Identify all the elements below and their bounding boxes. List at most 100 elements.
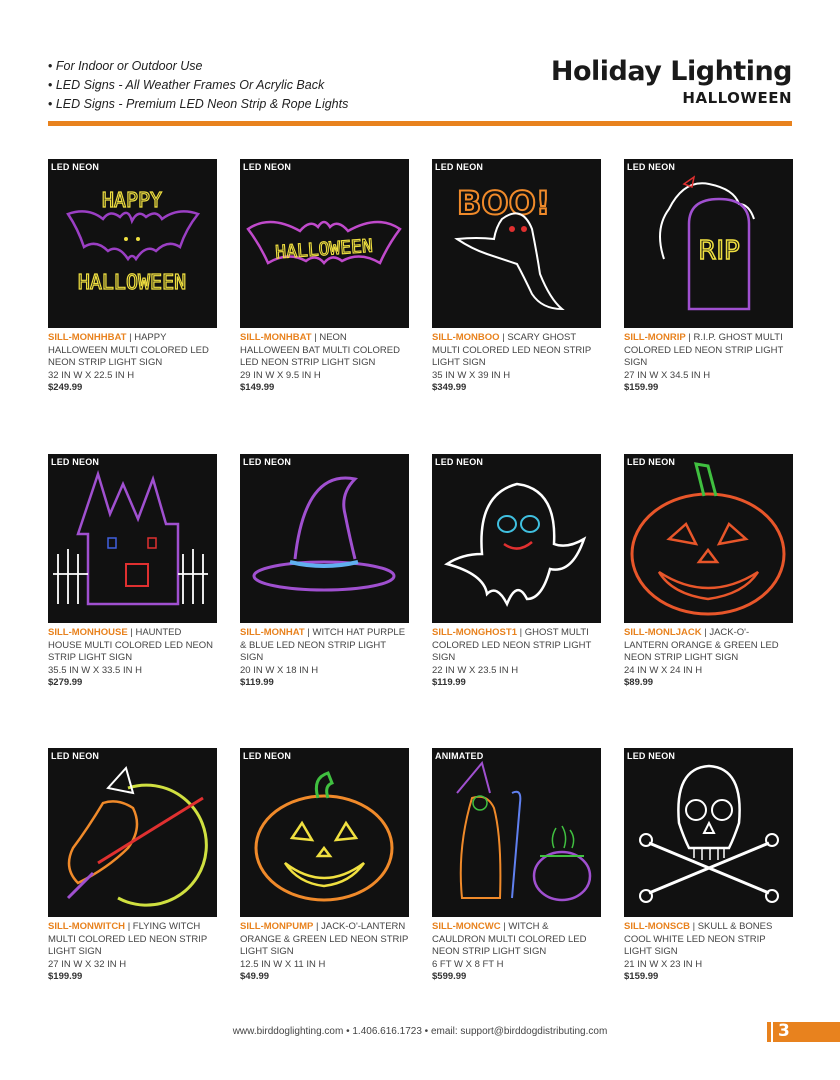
product-description: SILL-MONRIP | R.I.P. GHOST MULTI COLORED…	[624, 332, 793, 395]
product-sku[interactable]: SILL-MONRIP	[624, 332, 686, 343]
svg-text:HALLOWEEN: HALLOWEEN	[275, 236, 374, 264]
witch-cauldron-icon	[456, 760, 592, 902]
product-size: 22 IN W X 23.5 IN H	[432, 664, 519, 676]
product-sku[interactable]: SILL-MONPUMP	[240, 921, 313, 932]
product-tag: LED NEON	[435, 457, 484, 467]
product-price: $599.99	[432, 971, 467, 983]
product-image[interactable]: LED NEON RIP	[624, 159, 793, 328]
product-image[interactable]: LED NEON	[48, 454, 217, 623]
happy-halloween-bat-icon: HAPPY HALLOWEEN	[66, 187, 201, 295]
product-price: $149.99	[240, 382, 275, 394]
bullet-item: LED Signs - Premium LED Neon Strip & Rop…	[48, 95, 349, 114]
page-title-block: Holiday Lighting HALLOWEEN	[550, 56, 793, 107]
product-size: 12.5 IN W X 11 IN H	[240, 958, 326, 970]
product-size: 35 IN W X 39 IN H	[432, 369, 511, 381]
product-description: SILL-MONCWC | WITCH & CAULDRON MULTI COL…	[432, 921, 601, 984]
product-tag: LED NEON	[51, 457, 100, 467]
product-card[interactable]: LED NEON SILL-MONHAT | WITCH HAT PURPLE …	[240, 454, 409, 690]
product-image[interactable]: LED NEON	[240, 748, 409, 917]
page-title: Holiday Lighting	[550, 56, 793, 87]
svg-text:BOO!: BOO!	[457, 184, 550, 222]
product-image[interactable]: LED NEON	[624, 454, 793, 623]
product-tag: LED NEON	[243, 457, 292, 467]
product-card[interactable]: LED NEON RIP SILL-MONRIP | R.I.P. GHOST …	[624, 159, 793, 395]
product-size: 27 IN W X 34.5 IN H	[624, 369, 711, 381]
product-card[interactable]: LED NEON SILL-MONPUMP | JACK-O'-LANTERN …	[240, 748, 409, 984]
product-sku[interactable]: SILL-MONCWC	[432, 921, 501, 932]
feature-bullets: For Indoor or Outdoor Use LED Signs - Al…	[48, 57, 349, 114]
boo-ghost-icon: BOO!	[454, 183, 565, 311]
product-card[interactable]: LED NEON SILL-MONWITCH | FLYING WITCH MU…	[48, 748, 217, 984]
page-number: 3	[778, 1021, 790, 1041]
product-description: SILL-MONBOO | SCARY GHOST MULTI COLORED …	[432, 332, 601, 395]
product-sku[interactable]: SILL-MONLJACK	[624, 627, 702, 638]
product-price: $119.99	[432, 677, 466, 689]
product-description: SILL-MONHBAT | NEON HALLOWEEN BAT MULTI …	[240, 332, 409, 395]
product-image[interactable]: LED NEON HALLOWEEN	[240, 159, 409, 328]
product-size: 20 IN W X 18 IN H	[240, 664, 319, 676]
product-sku[interactable]: SILL-MONHOUSE	[48, 627, 128, 638]
product-tag: LED NEON	[51, 751, 100, 761]
product-card[interactable]: ANIMATED SILL-MONCWC | WITCH & CAULDRON …	[432, 748, 601, 984]
halloween-bat-icon: HALLOWEEN	[246, 220, 402, 265]
product-sku[interactable]: SILL-MONBOO	[432, 332, 500, 343]
product-description: SILL-MONSCB | SKULL & BONES COOL WHITE L…	[624, 921, 793, 984]
svg-text:HAPPY: HAPPY	[102, 188, 162, 212]
footer-contact: www.birddoglighting.com • 1.406.616.1723…	[232, 1026, 608, 1037]
product-card[interactable]: LED NEON SILL-MONSCB | SKULL & BONES COO…	[624, 748, 793, 984]
product-size: 24 IN W X 24 IN H	[624, 664, 703, 676]
product-size: 35.5 IN W X 33.5 IN H	[48, 664, 142, 676]
product-price: $279.99	[48, 677, 83, 689]
product-image[interactable]: LED NEON	[624, 748, 793, 917]
product-description: SILL-MONPUMP | JACK-O'-LANTERN ORANGE & …	[240, 921, 409, 983]
product-tag: LED NEON	[51, 162, 100, 172]
page-bar-tick	[771, 1022, 773, 1042]
product-sku[interactable]: SILL-MONHAT	[240, 627, 305, 638]
product-image[interactable]: LED NEON	[432, 454, 601, 623]
product-price: $349.99	[432, 382, 467, 394]
skull-and-bones-icon	[639, 764, 779, 903]
product-description: SILL-MONHHBAT | HAPPY HALLOWEEN MULTI CO…	[48, 332, 217, 395]
product-tag: LED NEON	[627, 457, 676, 467]
product-size: 21 IN W X 23 IN H	[624, 958, 703, 970]
product-card[interactable]: LED NEON SILL-MONGHOST1 | GHOST MULTI CO…	[432, 454, 601, 690]
bullet-item: For Indoor or Outdoor Use	[48, 57, 348, 76]
product-tag: ANIMATED	[435, 751, 484, 761]
product-card[interactable]: LED NEON SILL-MONLJACK | JACK-O'-LANTERN…	[624, 454, 793, 690]
svg-text:RIP: RIP	[698, 236, 739, 266]
product-price: $49.99	[240, 971, 270, 983]
product-price: $119.99	[240, 677, 274, 689]
product-image[interactable]: ANIMATED	[432, 748, 601, 917]
page-number-bar: 3	[767, 1021, 840, 1042]
product-sku[interactable]: SILL-MONHHBAT	[48, 332, 126, 343]
product-size: 27 IN W X 32 IN H	[48, 958, 127, 970]
product-sku[interactable]: SILL-MONSCB	[624, 921, 690, 932]
product-tag: LED NEON	[435, 162, 484, 172]
page-subtitle: HALLOWEEN	[682, 89, 792, 107]
product-sku[interactable]: SILL-MONHBAT	[240, 332, 312, 343]
product-image[interactable]: LED NEON	[48, 748, 217, 917]
flying-witch-icon	[66, 765, 208, 907]
product-card[interactable]: LED NEON SILL-MONHOUSE | HAUNTED HOUSE M…	[48, 454, 217, 690]
haunted-house-icon	[53, 469, 208, 606]
product-price: $159.99	[624, 971, 659, 983]
product-image[interactable]: LED NEON	[240, 454, 409, 623]
product-price: $249.99	[48, 382, 83, 394]
product-image[interactable]: LED NEON BOO!	[432, 159, 601, 328]
product-description: SILL-MONHOUSE | HAUNTED HOUSE MULTI COLO…	[48, 627, 217, 690]
product-description: SILL-MONWITCH | FLYING WITCH MULTI COLOR…	[48, 921, 217, 984]
product-card[interactable]: LED NEON HALLOWEEN SILL-MONHBAT | NEON H…	[240, 159, 409, 395]
product-price: $199.99	[48, 971, 83, 983]
product-card[interactable]: LED NEON HAPPY HALLOWEEN SILL-MONHHBAT |…	[48, 159, 217, 395]
product-tag: LED NEON	[627, 162, 676, 172]
header-divider	[48, 121, 792, 126]
product-card[interactable]: LED NEON BOO! SILL-MONBOO | SCARY GHOST …	[432, 159, 601, 395]
product-sku[interactable]: SILL-MONWITCH	[48, 921, 125, 932]
product-sku[interactable]: SILL-MONGHOST1	[432, 627, 517, 638]
product-image[interactable]: LED NEON HAPPY HALLOWEEN	[48, 159, 217, 328]
product-description: SILL-MONLJACK | JACK-O'-LANTERN ORANGE &…	[624, 627, 793, 690]
product-price: $159.99	[624, 382, 659, 394]
product-description: SILL-MONGHOST1 | GHOST MULTI COLORED LED…	[432, 627, 601, 690]
product-description: SILL-MONHAT | WITCH HAT PURPLE & BLUE LE…	[240, 627, 409, 690]
svg-text:HALLOWEEN: HALLOWEEN	[78, 270, 186, 294]
